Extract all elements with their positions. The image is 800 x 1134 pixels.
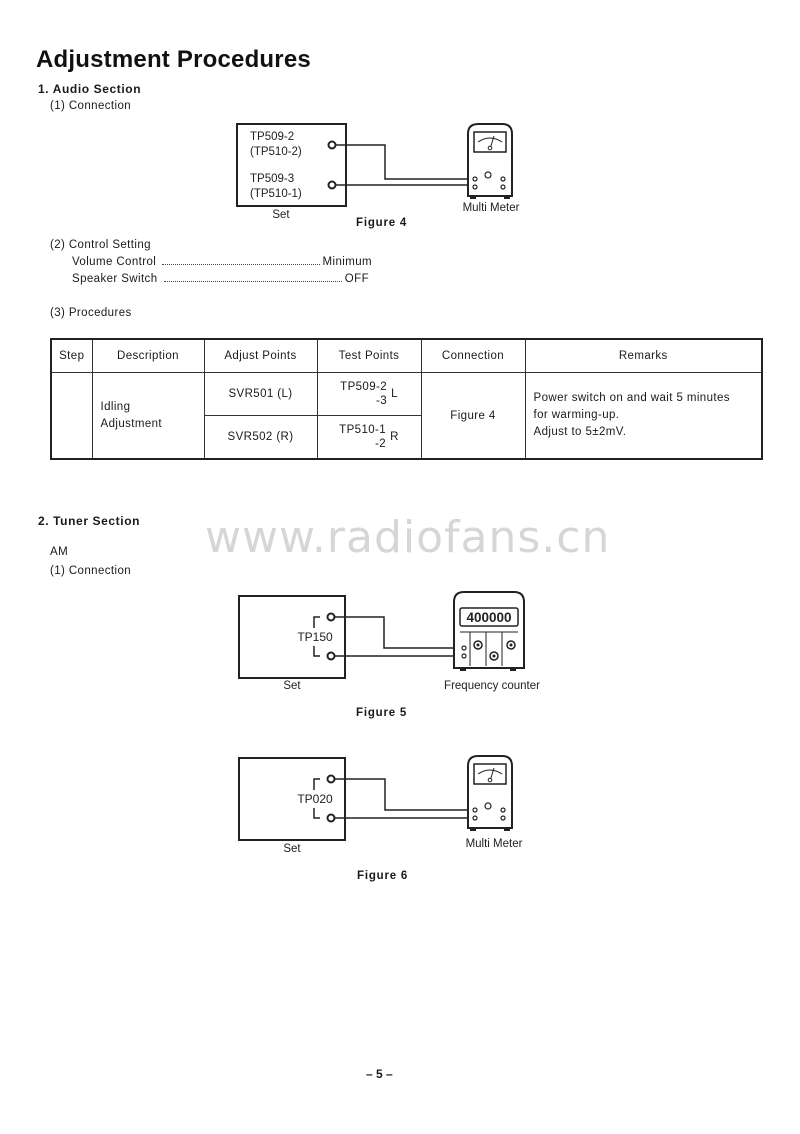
- table-row: Idling Adjustment SVR501 (L) TP509-2 -3 …: [50, 372, 763, 460]
- bracket-top-icon: [313, 616, 320, 628]
- multimeter-icon: [467, 123, 513, 199]
- watermark: www.radiofans.cn: [205, 512, 611, 563]
- frequency-counter-label: Frequency counter: [444, 680, 540, 692]
- table-header-row: Step Description Adjust Points Test Poin…: [50, 338, 763, 373]
- tuner-section-heading: 2. Tuner Section: [38, 514, 141, 528]
- volume-control-value: Minimum: [322, 256, 372, 268]
- page-title: Adjustment Procedures: [36, 46, 311, 73]
- bracket-bottom-icon: [313, 646, 320, 657]
- frequency-counter-icon: 400000: [453, 591, 525, 671]
- terminal-top-icon: [326, 774, 336, 784]
- control-setting-volume: Volume Control Minimum: [72, 256, 372, 268]
- header-description: Description: [91, 338, 205, 373]
- procedures-heading: (3) Procedures: [50, 307, 132, 319]
- band-label: AM: [50, 546, 69, 558]
- tuner-connection-heading: (1) Connection: [50, 565, 132, 577]
- multimeter-icon: [467, 755, 513, 831]
- counter-display: 400000: [466, 610, 511, 625]
- test-left-top: TP509-2: [340, 381, 388, 393]
- cell-connection: Figure 4: [420, 372, 526, 460]
- tp020-label: TP020: [297, 792, 333, 806]
- speaker-switch-label: Speaker Switch: [72, 273, 158, 285]
- wire-top: [336, 144, 475, 180]
- bracket-bottom-icon: [313, 808, 320, 819]
- remarks-line2: for warming-up.: [533, 409, 620, 421]
- description-line1: Idling: [100, 400, 131, 413]
- page-number: – 5 –: [366, 1067, 393, 1081]
- figure-5-caption: Figure 5: [356, 707, 408, 719]
- remarks-line1: Power switch on and wait 5 minutes: [533, 392, 730, 404]
- tp-bottom-label: TP509-3: [250, 173, 294, 185]
- remarks-line3: Adjust to 5±2mV.: [533, 426, 627, 438]
- set-label: Set: [272, 209, 290, 221]
- bracket-top-icon: [313, 778, 320, 790]
- cell-remarks: Power switch on and wait 5 minutes for w…: [524, 372, 763, 460]
- terminal-bottom-icon: [326, 813, 336, 823]
- tp-bottom-alt-label: (TP510-1): [250, 188, 302, 200]
- figure-4-caption: Figure 4: [356, 217, 408, 229]
- test-left-channel: L: [391, 388, 398, 400]
- description-line2: Adjustment: [100, 417, 163, 430]
- control-setting-speaker: Speaker Switch OFF: [72, 273, 369, 285]
- test-right-bottom: -2: [375, 438, 387, 450]
- audio-section-heading: 1. Audio Section: [38, 82, 142, 96]
- tp-top-label: TP509-2: [250, 131, 294, 143]
- volume-control-label: Volume Control: [72, 256, 157, 268]
- set-label: Set: [283, 680, 301, 692]
- header-test-points: Test Points: [316, 338, 422, 373]
- wire-top: [335, 616, 463, 649]
- header-connection: Connection: [420, 338, 526, 373]
- cell-step: [50, 372, 93, 460]
- terminal-bottom-icon: [327, 180, 337, 190]
- control-setting-heading: (2) Control Setting: [50, 239, 151, 251]
- header-remarks: Remarks: [524, 338, 763, 373]
- cell-test-left: TP509-2 -3 L: [316, 372, 422, 416]
- cell-adjust-right: SVR502 (R): [203, 415, 318, 460]
- test-left-bottom: -3: [376, 395, 388, 407]
- cell-description: Idling Adjustment: [91, 372, 205, 460]
- set-label: Set: [283, 843, 301, 855]
- terminal-top-icon: [326, 612, 336, 622]
- cell-test-right: TP510-1 -2 R: [316, 415, 422, 460]
- figure-6-diagram: TP020 Set Multi Meter: [238, 755, 523, 855]
- multimeter-label: Multi Meter: [463, 202, 520, 214]
- cell-adjust-left: SVR501 (L): [203, 372, 318, 416]
- leader-dots: [162, 264, 320, 265]
- test-right-top: TP510-1: [339, 424, 387, 436]
- header-step: Step: [50, 338, 93, 373]
- header-adjust-points: Adjust Points: [203, 338, 318, 373]
- audio-connection-heading: (1) Connection: [50, 100, 132, 112]
- wire-top: [335, 778, 475, 811]
- multimeter-label: Multi Meter: [466, 838, 523, 850]
- figure-5-diagram: TP150 400000 Set Frequency counter: [238, 591, 540, 692]
- procedures-table: Step Description Adjust Points Test Poin…: [50, 338, 763, 460]
- tp150-label: TP150: [297, 630, 333, 644]
- terminal-bottom-icon: [326, 651, 336, 661]
- figure-6-caption: Figure 6: [357, 870, 409, 882]
- terminal-top-icon: [327, 140, 337, 150]
- speaker-switch-value: OFF: [344, 273, 369, 285]
- tp-top-alt-label: (TP510-2): [250, 146, 302, 158]
- test-right-channel: R: [390, 431, 399, 443]
- leader-dots: [163, 281, 342, 282]
